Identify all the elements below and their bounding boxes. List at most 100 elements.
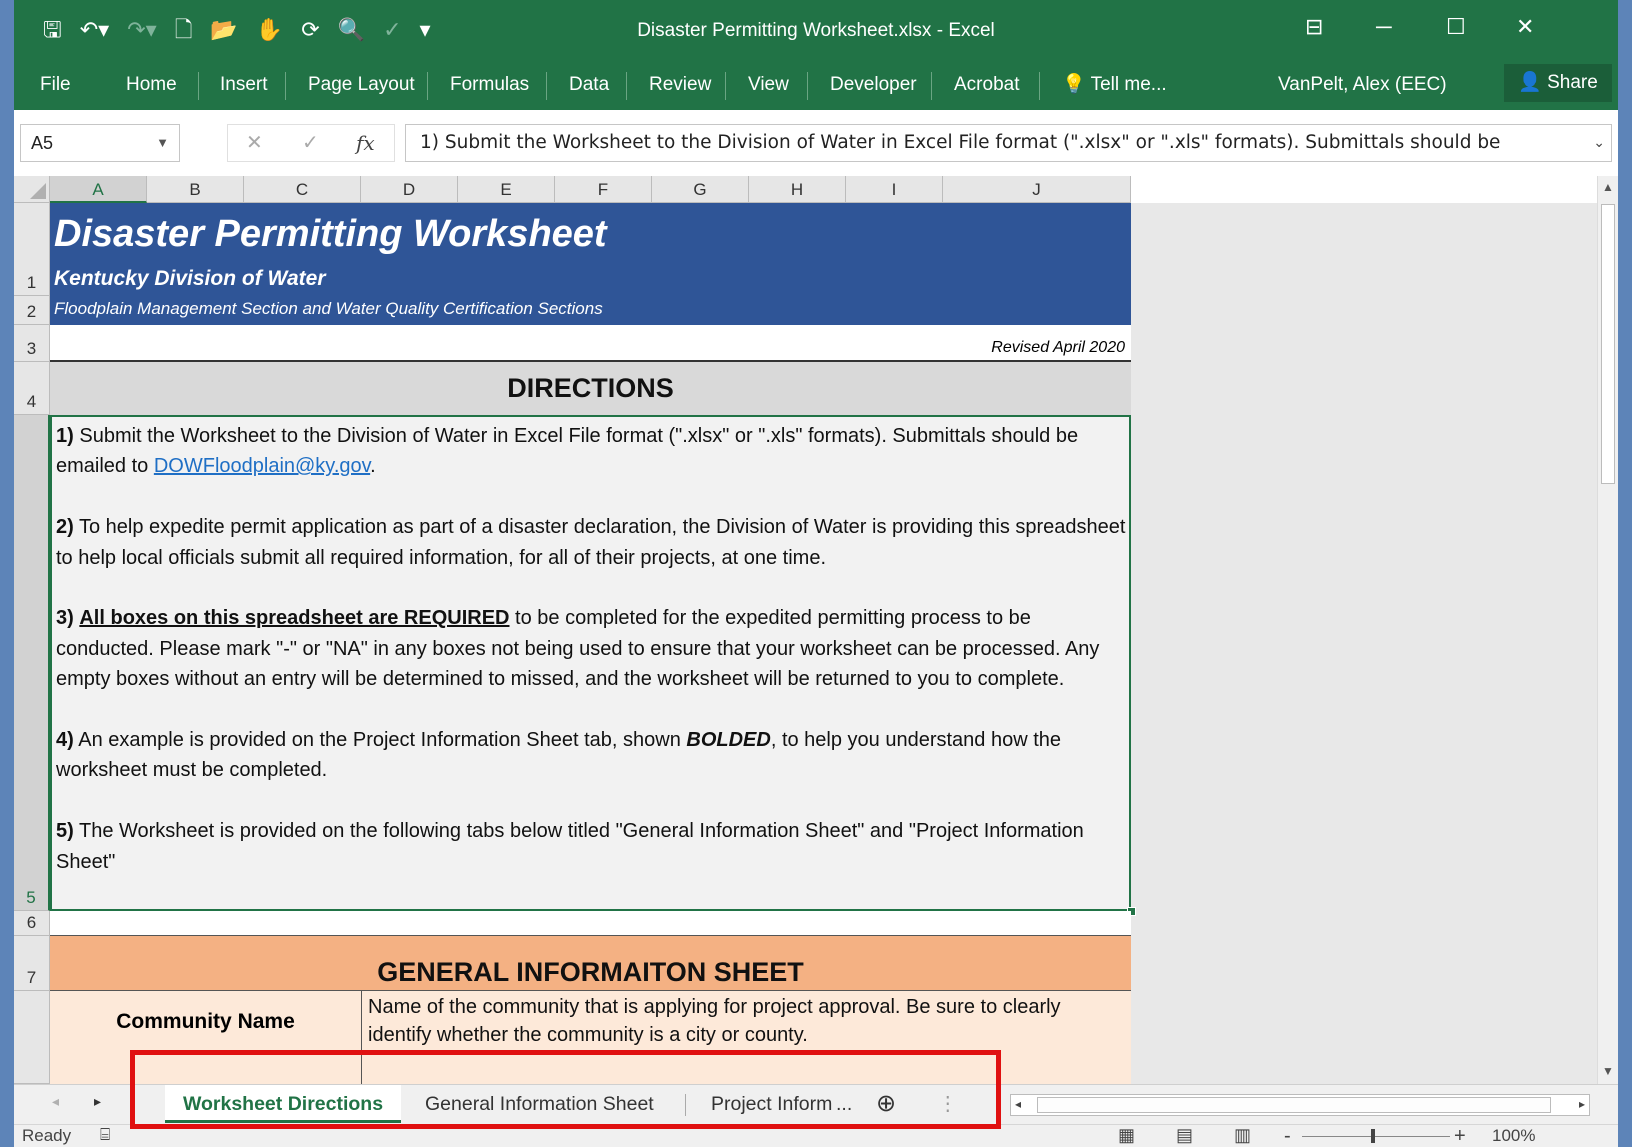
scroll-up-icon[interactable]: ▲ xyxy=(1598,180,1618,194)
column-header-b[interactable]: B xyxy=(147,176,244,203)
insert-function-icon[interactable]: fx xyxy=(356,125,375,161)
scroll-down-icon[interactable]: ▼ xyxy=(1598,1064,1618,1078)
column-header-d[interactable]: D xyxy=(361,176,458,203)
directions-text: 1) Submit the Worksheet to the Division … xyxy=(56,421,1131,907)
row-header-1[interactable]: 1 xyxy=(14,203,50,296)
tab-formulas[interactable]: Formulas xyxy=(446,70,533,100)
column-header-e[interactable]: E xyxy=(458,176,555,203)
row-6-cells[interactable] xyxy=(50,911,1131,936)
page-break-view-icon[interactable]: ▥ xyxy=(1234,1125,1251,1146)
tab-insert[interactable]: Insert xyxy=(216,70,272,100)
normal-view-icon[interactable]: ▦ xyxy=(1118,1125,1135,1146)
column-header-i[interactable]: I xyxy=(846,176,943,203)
revised-date: Revised April 2020 xyxy=(991,339,1125,356)
tab-separator xyxy=(626,72,627,100)
tab-separator xyxy=(285,72,286,100)
tab-file[interactable]: File xyxy=(36,70,75,100)
tab-view[interactable]: View xyxy=(744,70,793,100)
page-layout-view-icon[interactable]: ▤ xyxy=(1176,1125,1193,1146)
share-label: Share xyxy=(1547,72,1598,93)
tab-page-layout[interactable]: Page Layout xyxy=(304,70,419,100)
ready-status: Ready xyxy=(22,1126,72,1145)
share-button[interactable]: 👤 Share xyxy=(1504,64,1612,102)
scroll-right-icon[interactable]: ▸ xyxy=(1579,1097,1585,1111)
directions-cell-a5[interactable]: 1) Submit the Worksheet to the Division … xyxy=(50,415,1131,911)
row-header-3[interactable]: 3 xyxy=(14,325,50,362)
tab-home[interactable]: Home xyxy=(122,70,181,100)
excel-window: 🖫 ↶▾ ↷▾ 🗋 📂 ✋ ⟳ 🔍 ✓ ▾ Disaster Permittin… xyxy=(0,0,1632,1147)
select-all-corner[interactable] xyxy=(14,176,50,203)
directions-header[interactable]: DIRECTIONS xyxy=(50,362,1131,415)
row-header-5[interactable]: 5 xyxy=(14,415,50,911)
email-link[interactable]: DOWFloodplain@ky.gov xyxy=(154,455,370,477)
name-box-value: A5 xyxy=(31,133,54,153)
tab-separator xyxy=(931,72,932,100)
desktop-edge-right xyxy=(1618,0,1632,1147)
zoom-in-button[interactable]: + xyxy=(1454,1125,1466,1147)
chevron-down-icon[interactable]: ▼ xyxy=(156,125,169,161)
horizontal-scroll-thumb[interactable] xyxy=(1037,1097,1551,1113)
vertical-scroll-thumb[interactable] xyxy=(1601,204,1615,484)
scroll-left-icon[interactable]: ◂ xyxy=(1015,1097,1021,1111)
column-header-h[interactable]: H xyxy=(749,176,846,203)
general-info-header[interactable]: GENERAL INFORMAITON SHEET xyxy=(50,936,1131,991)
enter-icon[interactable]: ✓ xyxy=(302,125,319,161)
zoom-level[interactable]: 100% xyxy=(1492,1126,1535,1146)
unused-columns xyxy=(1131,203,1597,1084)
worksheet-grid[interactable]: A B C D E F G H I J 1 2 3 4 5 6 7 Disast… xyxy=(14,176,1597,1084)
direction-3: 3) All boxes on this spreadsheet are REQ… xyxy=(56,607,1100,691)
zoom-out-button[interactable]: - xyxy=(1284,1125,1291,1147)
zoom-slider-track[interactable] xyxy=(1302,1136,1450,1137)
tab-separator xyxy=(198,72,199,100)
community-name-description: Name of the community that is applying f… xyxy=(368,996,1061,1046)
sheet-sections: Floodplain Management Section and Water … xyxy=(54,299,603,318)
lightbulb-icon: 💡 xyxy=(1062,74,1086,95)
close-button[interactable]: ✕ xyxy=(1516,14,1534,40)
ribbon-display-options-icon[interactable]: ⊟ xyxy=(1305,14,1323,40)
row-header-7[interactable]: 7 xyxy=(14,936,50,991)
column-header-a[interactable]: A xyxy=(50,176,147,203)
ribbon-tabs: File Home Insert Page Layout Formulas Da… xyxy=(14,60,1618,110)
general-info-header-text: GENERAL INFORMAITON SHEET xyxy=(377,957,804,987)
tab-review[interactable]: Review xyxy=(645,70,715,100)
formula-input[interactable]: 1) Submit the Worksheet to the Division … xyxy=(405,124,1612,162)
formula-bar: A5 ▼ ✕ ✓ fx 1) Submit the Worksheet to t… xyxy=(14,110,1618,177)
minimize-button[interactable]: ─ xyxy=(1376,14,1392,40)
title-banner[interactable]: Disaster Permitting Worksheet Kentucky D… xyxy=(50,203,1131,325)
direction-5: 5) The Worksheet is provided on the foll… xyxy=(56,820,1084,873)
maximize-button[interactable]: ☐ xyxy=(1446,14,1466,40)
tell-me-box[interactable]: 💡 Tell me... xyxy=(1058,70,1171,100)
prev-sheet-icon[interactable]: ◂ xyxy=(52,1093,59,1110)
macro-recording-icon[interactable]: ⌸ xyxy=(100,1125,110,1145)
annotation-highlight-box xyxy=(130,1050,1001,1129)
vertical-scrollbar[interactable]: ▲ ▼ xyxy=(1597,176,1618,1084)
tab-separator xyxy=(807,72,808,100)
tab-data[interactable]: Data xyxy=(565,70,613,100)
zoom-slider-thumb[interactable] xyxy=(1371,1129,1375,1143)
next-sheet-icon[interactable]: ▸ xyxy=(94,1093,101,1110)
column-header-j[interactable]: J xyxy=(943,176,1131,203)
row-header-2[interactable]: 2 xyxy=(14,296,50,325)
cancel-icon[interactable]: ✕ xyxy=(246,125,263,161)
row-header-4[interactable]: 4 xyxy=(14,362,50,415)
direction-2: 2) To help expedite permit application a… xyxy=(56,516,1126,569)
tell-me-label: Tell me... xyxy=(1090,74,1167,95)
tab-acrobat[interactable]: Acrobat xyxy=(950,70,1023,100)
horizontal-scrollbar[interactable]: ◂ ▸ xyxy=(1010,1094,1590,1116)
column-header-f[interactable]: F xyxy=(555,176,652,203)
tab-developer[interactable]: Developer xyxy=(826,70,921,100)
column-header-c[interactable]: C xyxy=(244,176,361,203)
sheet-title: Disaster Permitting Worksheet xyxy=(54,213,607,255)
direction-1: 1) Submit the Worksheet to the Division … xyxy=(56,425,1079,478)
tab-separator xyxy=(546,72,547,100)
person-icon: 👤 xyxy=(1518,72,1542,93)
column-header-g[interactable]: G xyxy=(652,176,749,203)
name-box[interactable]: A5 ▼ xyxy=(20,124,180,162)
row-header-6[interactable]: 6 xyxy=(14,911,50,936)
row-header-8[interactable] xyxy=(14,991,50,1084)
worksheet-area: A B C D E F G H I J 1 2 3 4 5 6 7 Disast… xyxy=(14,176,1618,1084)
account-user[interactable]: VanPelt, Alex (EEC) xyxy=(1274,70,1451,100)
revised-cell[interactable]: Revised April 2020 xyxy=(50,325,1131,362)
expand-formula-bar-icon[interactable]: ⌄ xyxy=(1589,125,1605,161)
title-bar: 🖫 ↶▾ ↷▾ 🗋 📂 ✋ ⟳ 🔍 ✓ ▾ Disaster Permittin… xyxy=(14,0,1618,60)
